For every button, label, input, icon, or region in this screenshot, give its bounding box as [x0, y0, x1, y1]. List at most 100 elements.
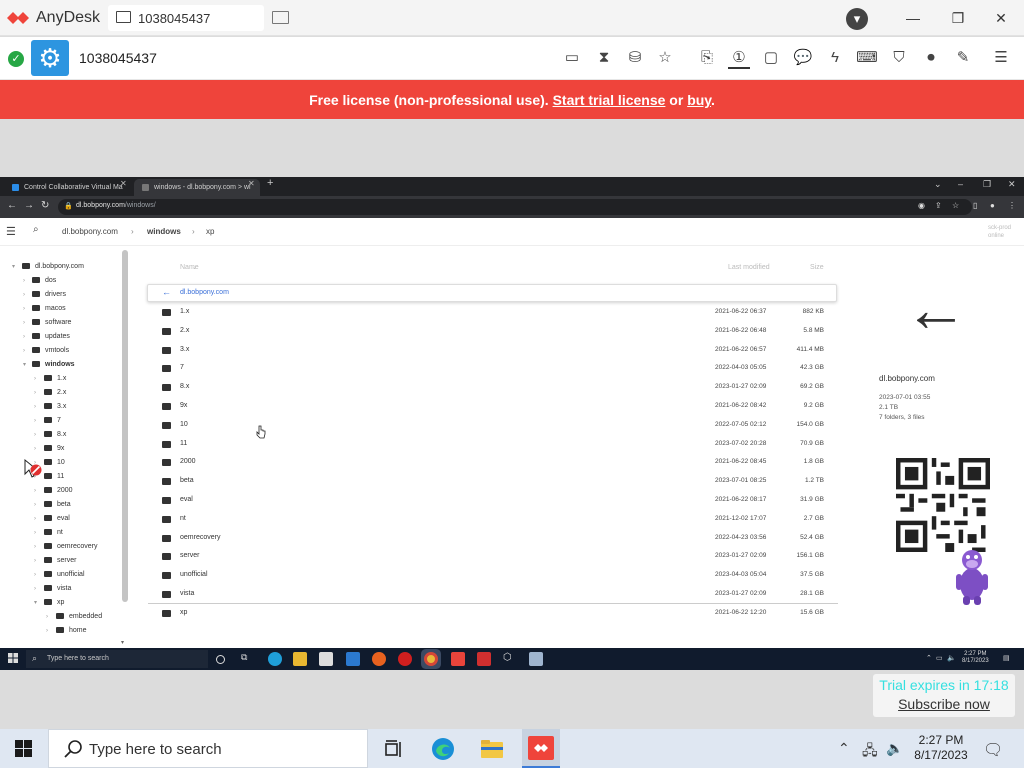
tab-close-icon[interactable]: ✕ — [248, 179, 255, 188]
scroll-down-arrow-icon[interactable]: ▾ — [121, 639, 124, 646]
tree-item-embedded[interactable]: › embedded — [46, 610, 102, 624]
display-mode-icon[interactable]: ▢ — [760, 47, 782, 69]
file-row[interactable]: 2000 2021-06-22 08:45 1.8 GB — [140, 454, 840, 472]
chevron-right-icon[interactable]: › — [34, 386, 36, 400]
profile-icon[interactable]: ● — [990, 201, 995, 210]
breadcrumb-windows[interactable]: windows — [147, 227, 181, 236]
file-row[interactable]: 10 2022-07-05 02:12 154.0 GB — [140, 417, 840, 435]
tree-item-dl-bobpony-com[interactable]: ▾ dl.bobpony.com — [12, 260, 84, 274]
anydesk-taskbar-button[interactable] — [522, 729, 560, 768]
cortana-icon[interactable] — [216, 655, 225, 664]
opera-icon[interactable] — [398, 652, 412, 666]
mail-icon[interactable] — [346, 652, 360, 666]
tree-item-home[interactable]: › home — [46, 624, 87, 638]
parent-directory-row[interactable]: ← dl.bobpony.com — [147, 284, 837, 302]
hamburger-menu-icon[interactable]: ☰ — [990, 47, 1012, 69]
browser-menu-icon[interactable]: ⋮ — [1008, 201, 1016, 210]
task-view-icon[interactable] — [380, 736, 406, 762]
tree-item-updates[interactable]: › updates — [23, 330, 70, 344]
start-trial-link[interactable]: Start trial license — [553, 92, 666, 108]
close-button[interactable]: ✕ — [986, 6, 1016, 30]
tree-item-8-x[interactable]: › 8.x — [34, 428, 66, 442]
chevron-down-icon[interactable]: ▾ — [12, 260, 15, 274]
column-header-size[interactable]: Size — [810, 264, 824, 271]
file-row[interactable]: 9x 2021-06-22 08:42 9.2 GB — [140, 398, 840, 416]
chevron-right-icon[interactable]: › — [23, 302, 25, 316]
tree-item-software[interactable]: › software — [23, 316, 71, 330]
network-icon[interactable]: 🖧 — [862, 740, 878, 764]
file-row[interactable]: nt 2021-12-02 17:07 2.7 GB — [140, 511, 840, 529]
database-icon[interactable]: ⛁ — [624, 47, 646, 69]
permissions-shield-icon[interactable]: ⛉ — [888, 47, 910, 69]
chevron-right-icon[interactable]: › — [34, 372, 36, 386]
restore-button[interactable]: ❐ — [943, 6, 973, 30]
tree-item-beta[interactable]: › beta — [34, 498, 71, 512]
tree-item-11[interactable]: › 11 — [34, 470, 64, 484]
taskbar-search-box[interactable]: Type here to search — [48, 729, 368, 768]
tree-item-vista[interactable]: › vista — [34, 582, 71, 596]
share-icon[interactable]: ⇪ — [935, 201, 942, 210]
tree-item-7[interactable]: › 7 — [34, 414, 61, 428]
browser-minimize-icon[interactable]: – — [958, 179, 963, 189]
chevron-right-icon[interactable]: › — [46, 610, 48, 624]
file-row[interactable]: 1.x 2021-06-22 06:37 882 KB — [140, 304, 840, 322]
chevron-right-icon[interactable]: › — [34, 414, 36, 428]
file-row[interactable]: vista 2023-01-27 02:09 28.1 GB — [140, 586, 840, 604]
tree-item-3-x[interactable]: › 3.x — [34, 400, 66, 414]
taskbar-clock[interactable]: 2:27 PM 8/17/2023 — [905, 733, 977, 763]
tray-chevron-icon[interactable]: ⌃ — [838, 740, 850, 757]
file-row[interactable]: oemrecovery 2022-04-23 03:56 52.4 GB — [140, 530, 840, 548]
tab-search-chevron-icon[interactable]: ⌄ — [934, 179, 942, 190]
chat-icon[interactable]: 💬 — [792, 47, 814, 69]
privacy-mode-icon[interactable]: ▭ — [561, 47, 583, 69]
tree-item-dos[interactable]: › dos — [23, 274, 56, 288]
new-tab-plus-icon[interactable]: + — [267, 177, 273, 189]
file-row[interactable]: 11 2023-07-02 20:28 70.9 GB — [140, 436, 840, 454]
volume-icon[interactable]: 🔈 — [947, 654, 956, 662]
column-header-modified[interactable]: Last modified — [728, 264, 770, 271]
account-menu-icon[interactable]: ▾ — [846, 8, 868, 30]
url-field[interactable]: 🔒 dl.bobpony.com/windows/ — [58, 199, 972, 215]
chevron-right-icon[interactable]: › — [23, 330, 25, 344]
edge-icon[interactable] — [430, 736, 456, 762]
browser-restore-icon[interactable]: ❐ — [983, 179, 991, 190]
back-arrow-icon[interactable]: ← — [7, 200, 17, 211]
new-session-icon[interactable] — [272, 11, 289, 24]
tree-item-xp[interactable]: ▾ xp — [34, 596, 64, 610]
chevron-right-icon[interactable]: › — [23, 274, 25, 288]
settings-gear-icon[interactable]: ⚙ — [31, 40, 69, 76]
windows-start-icon[interactable] — [8, 653, 18, 663]
chevron-right-icon[interactable]: › — [23, 344, 25, 358]
tree-item-oemrecovery[interactable]: › oemrecovery — [34, 540, 97, 554]
record-icon[interactable]: ⏺ — [920, 47, 942, 69]
tree-item-server[interactable]: › server — [34, 554, 76, 568]
tree-item-2000[interactable]: › 2000 — [34, 484, 73, 498]
volume-icon[interactable]: 🔈 — [886, 740, 903, 757]
tree-item-9x[interactable]: › 9x — [34, 442, 64, 456]
anydesk-icon[interactable] — [477, 652, 491, 666]
edge-icon[interactable] — [268, 652, 282, 666]
tray-chevron-icon[interactable]: ⌃ — [926, 654, 932, 662]
file-row[interactable]: eval 2021-06-22 08:17 31.9 GB — [140, 492, 840, 510]
file-row[interactable]: unofficial 2023-04-03 05:04 37.5 GB — [140, 567, 840, 585]
buy-link[interactable]: buy — [687, 92, 711, 108]
site-menu-icon[interactable]: ☰ — [6, 225, 16, 238]
notification-icon[interactable]: ▤ — [1003, 654, 1010, 662]
chevron-right-icon[interactable]: › — [34, 540, 36, 554]
windows-start-icon[interactable] — [15, 740, 32, 757]
remote-app-icon[interactable] — [529, 652, 543, 666]
tree-item-1-x[interactable]: › 1.x — [34, 372, 66, 386]
tab-close-icon[interactable]: ✕ — [120, 179, 127, 188]
chevron-right-icon[interactable]: › — [23, 316, 25, 330]
tree-item-10[interactable]: › 10 — [34, 456, 65, 470]
tree-item-windows[interactable]: ▾ windows — [23, 358, 75, 372]
store-icon[interactable] — [319, 652, 333, 666]
forward-arrow-icon[interactable]: → — [24, 200, 34, 211]
notification-center-icon[interactable]: 🗨 — [983, 740, 1003, 760]
minimize-button[interactable]: — — [898, 6, 928, 30]
google-lens-icon[interactable]: ◉ — [918, 201, 925, 210]
chevron-right-icon[interactable]: › — [34, 512, 36, 526]
side-panel-icon[interactable]: ▯ — [973, 201, 977, 210]
firefox-icon[interactable] — [372, 652, 386, 666]
chevron-right-icon[interactable]: › — [34, 484, 36, 498]
